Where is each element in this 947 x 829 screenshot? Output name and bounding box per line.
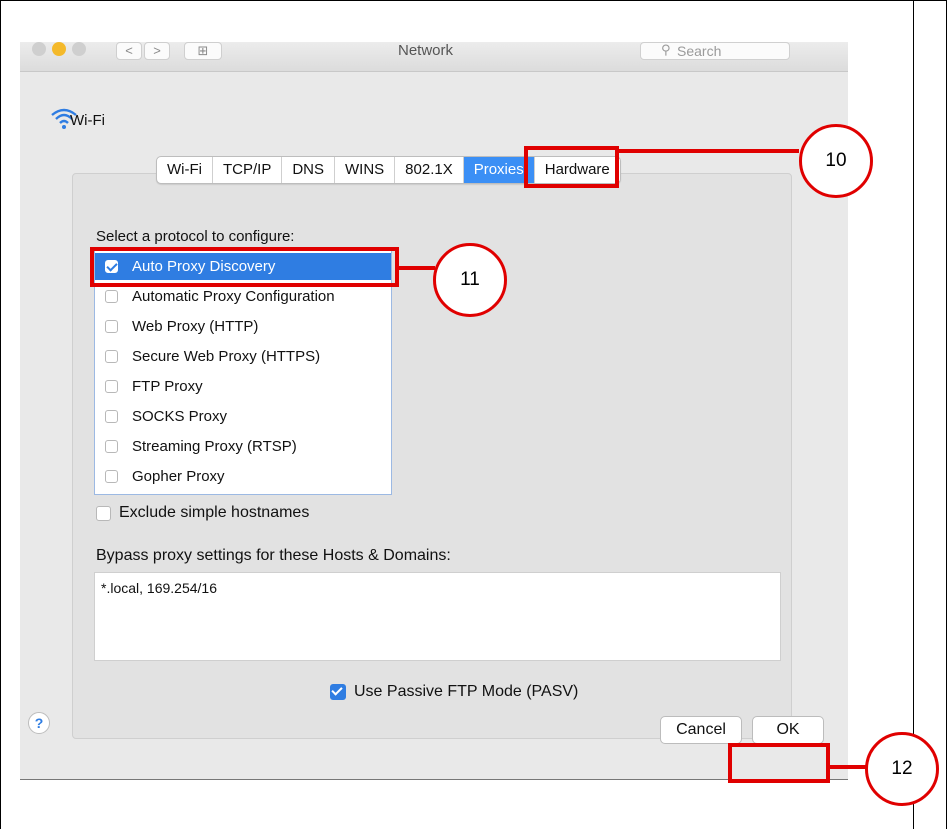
frame-top xyxy=(0,0,947,1)
checkbox[interactable] xyxy=(105,440,118,453)
protocol-streaming-proxy-rtsp[interactable]: Streaming Proxy (RTSP) xyxy=(95,433,391,460)
frame-window-bottom xyxy=(20,779,848,780)
passive-ftp-checkbox[interactable] xyxy=(330,684,346,700)
highlight-auto-proxy-discovery xyxy=(90,247,399,287)
title-bar: < > ⊞ Network ⚲ Search xyxy=(20,42,848,72)
protocol-ftp-proxy[interactable]: FTP Proxy xyxy=(95,373,391,400)
checkbox[interactable] xyxy=(105,290,118,303)
checkbox[interactable] xyxy=(105,380,118,393)
search-field[interactable]: ⚲ Search xyxy=(640,42,790,60)
protocol-secure-web-proxy-https[interactable]: Secure Web Proxy (HTTPS) xyxy=(95,343,391,370)
exclude-label: Exclude simple hostnames xyxy=(119,504,310,521)
protocol-automatic-proxy-configuration[interactable]: Automatic Proxy Configuration xyxy=(95,283,391,310)
callout-11-connector xyxy=(399,266,435,270)
checkbox[interactable] xyxy=(105,470,118,483)
protocol-label: Streaming Proxy (RTSP) xyxy=(132,438,297,455)
checkbox[interactable] xyxy=(105,350,118,363)
zoom-window-button[interactable] xyxy=(72,42,86,56)
protocol-list-label: Select a protocol to configure: xyxy=(96,228,295,245)
tab-dns[interactable]: DNS xyxy=(282,157,335,183)
passive-ftp-label: Use Passive FTP Mode (PASV) xyxy=(354,683,579,700)
search-placeholder: Search xyxy=(677,43,722,59)
checkbox[interactable] xyxy=(105,410,118,423)
passive-ftp-option[interactable]: Use Passive FTP Mode (PASV) xyxy=(330,683,578,701)
callout-10-connector xyxy=(619,149,799,153)
checkbox[interactable] xyxy=(105,320,118,333)
frame-left xyxy=(0,0,1,829)
show-all-grid-button[interactable]: ⊞ xyxy=(184,42,222,60)
window-title: Network xyxy=(398,42,454,59)
protocol-gopher-proxy[interactable]: Gopher Proxy xyxy=(95,463,391,490)
callout-10: 10 xyxy=(799,124,873,198)
protocol-socks-proxy[interactable]: SOCKS Proxy xyxy=(95,403,391,430)
forward-button[interactable]: > xyxy=(144,42,170,60)
tab-tcpip[interactable]: TCP/IP xyxy=(213,157,283,183)
highlight-ok-button xyxy=(728,743,830,783)
protocol-web-proxy-http[interactable]: Web Proxy (HTTP) xyxy=(95,313,391,340)
bypass-hosts-field[interactable]: *.local, 169.254/16 xyxy=(94,572,781,661)
protocol-label: Web Proxy (HTTP) xyxy=(132,318,259,335)
tab-8021x[interactable]: 802.1X xyxy=(395,157,464,183)
frame-divider xyxy=(913,0,914,829)
help-button[interactable]: ? xyxy=(28,712,50,734)
cancel-button[interactable]: Cancel xyxy=(660,716,742,744)
tab-wins[interactable]: WINS xyxy=(335,157,396,183)
protocol-label: FTP Proxy xyxy=(132,378,203,395)
ok-button[interactable]: OK xyxy=(752,716,824,744)
protocol-label: Automatic Proxy Configuration xyxy=(132,288,335,305)
protocol-label: SOCKS Proxy xyxy=(132,408,228,425)
exclude-simple-hostnames[interactable]: Exclude simple hostnames xyxy=(96,504,309,522)
interface-name: Wi-Fi xyxy=(70,112,105,129)
bypass-label: Bypass proxy settings for these Hosts & … xyxy=(96,547,451,564)
search-icon: ⚲ xyxy=(661,42,671,57)
close-window-button[interactable] xyxy=(32,42,46,56)
back-button[interactable]: < xyxy=(116,42,142,60)
exclude-checkbox[interactable] xyxy=(96,505,111,521)
callout-11: 11 xyxy=(433,243,507,317)
protocol-label: Secure Web Proxy (HTTPS) xyxy=(132,348,321,365)
callout-12: 12 xyxy=(865,732,939,806)
minimize-window-button[interactable] xyxy=(52,42,66,56)
highlight-proxies-tab xyxy=(524,146,619,188)
protocol-label: Gopher Proxy xyxy=(132,468,225,485)
tab-wifi[interactable]: Wi-Fi xyxy=(157,157,213,183)
